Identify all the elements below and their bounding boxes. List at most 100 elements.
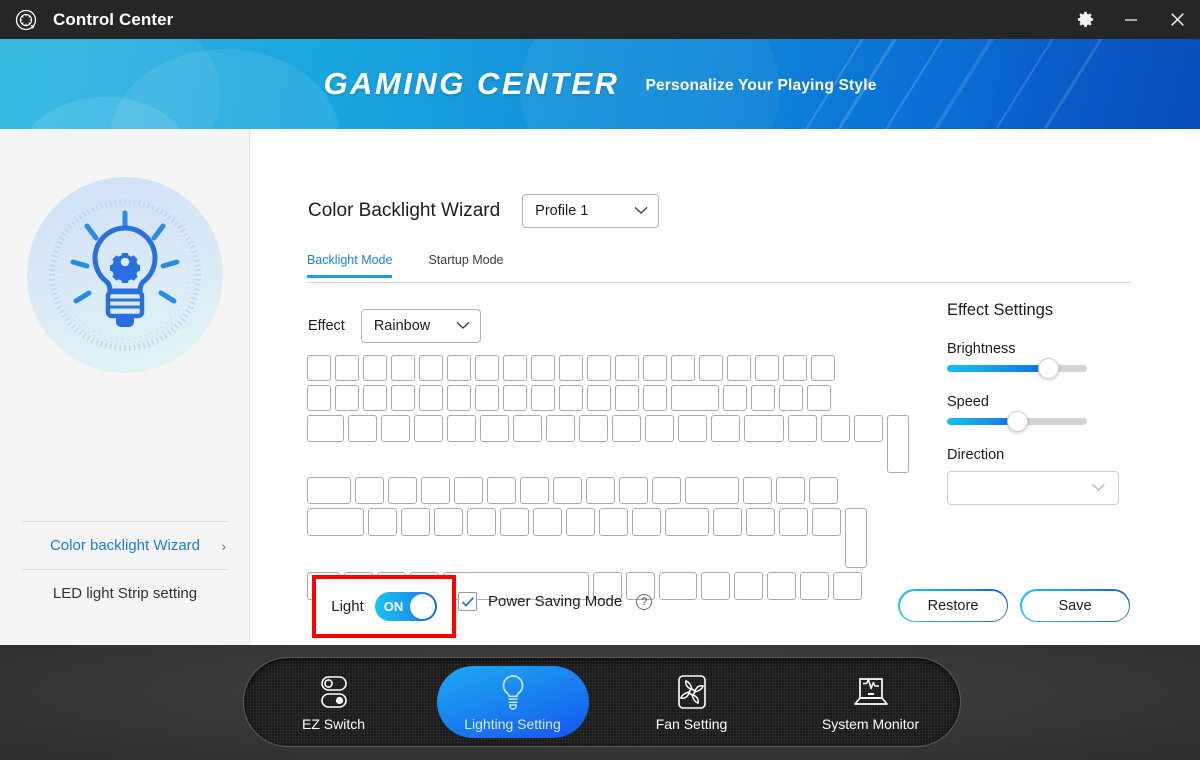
sidebar-item-led-light-strip-setting[interactable]: LED light Strip setting <box>22 570 228 617</box>
keyboard-key[interactable] <box>713 508 742 536</box>
keyboard-key[interactable] <box>599 508 628 536</box>
keyboard-key[interactable] <box>812 508 841 536</box>
keyboard-key[interactable] <box>307 508 364 536</box>
keyboard-key[interactable] <box>454 477 483 504</box>
keyboard-key[interactable] <box>751 385 775 411</box>
keyboard-key[interactable] <box>643 385 667 411</box>
tab-backlight-mode[interactable]: Backlight Mode <box>307 253 393 278</box>
close-button[interactable] <box>1154 0 1200 39</box>
keyboard-key[interactable] <box>335 355 359 381</box>
keyboard-key[interactable] <box>587 385 611 411</box>
keyboard-key[interactable] <box>701 572 730 600</box>
keyboard-key[interactable] <box>643 355 667 381</box>
keyboard-key[interactable] <box>307 385 331 411</box>
keyboard-key[interactable] <box>671 385 719 411</box>
keyboard-key[interactable] <box>520 477 549 504</box>
keyboard-key[interactable] <box>779 385 803 411</box>
keyboard-key[interactable] <box>767 572 796 600</box>
keyboard-key[interactable] <box>307 477 351 504</box>
keyboard-key[interactable] <box>419 385 443 411</box>
keyboard-key[interactable] <box>807 385 831 411</box>
keyboard-key[interactable] <box>475 385 499 411</box>
keyboard-key[interactable] <box>645 415 674 442</box>
keyboard-key[interactable] <box>434 508 463 536</box>
keyboard-key[interactable] <box>421 477 450 504</box>
keyboard-key[interactable] <box>845 508 867 568</box>
keyboard-key[interactable] <box>579 415 608 442</box>
keyboard-key[interactable] <box>612 415 641 442</box>
keyboard-key[interactable] <box>665 508 709 536</box>
keyboard-key[interactable] <box>559 355 583 381</box>
slider-thumb[interactable] <box>1007 411 1028 432</box>
keyboard-preview[interactable] <box>307 355 909 604</box>
keyboard-key[interactable] <box>348 415 377 442</box>
keyboard-key[interactable] <box>811 355 835 381</box>
keyboard-key[interactable] <box>467 508 496 536</box>
question-mark-icon[interactable]: ? <box>636 593 653 610</box>
keyboard-key[interactable] <box>546 415 575 442</box>
keyboard-key[interactable] <box>531 355 555 381</box>
keyboard-key[interactable] <box>553 477 582 504</box>
minimize-button[interactable] <box>1108 0 1154 39</box>
keyboard-key[interactable] <box>401 508 430 536</box>
keyboard-key[interactable] <box>779 508 808 536</box>
keyboard-key[interactable] <box>307 415 344 442</box>
save-button[interactable]: Save <box>1020 589 1130 622</box>
sidebar-item-color-backlight-wizard[interactable]: Color backlight Wizard › <box>22 522 228 569</box>
keyboard-key[interactable] <box>487 477 516 504</box>
light-toggle[interactable]: ON <box>374 592 437 621</box>
keyboard-key[interactable] <box>783 355 807 381</box>
keyboard-key[interactable] <box>652 477 681 504</box>
keyboard-key[interactable] <box>447 385 471 411</box>
keyboard-key[interactable] <box>776 477 805 504</box>
keyboard-key[interactable] <box>632 508 661 536</box>
power-saving-checkbox[interactable] <box>458 592 477 611</box>
keyboard-key[interactable] <box>368 508 397 536</box>
nav-item-lighting-setting[interactable]: Lighting Setting <box>436 666 589 738</box>
keyboard-key[interactable] <box>475 355 499 381</box>
keyboard-key[interactable] <box>307 355 331 381</box>
keyboard-key[interactable] <box>833 572 862 600</box>
keyboard-key[interactable] <box>734 572 763 600</box>
keyboard-key[interactable] <box>699 355 723 381</box>
keyboard-key[interactable] <box>566 508 595 536</box>
keyboard-key[interactable] <box>531 385 555 411</box>
keyboard-key[interactable] <box>388 477 417 504</box>
nav-item-fan-setting[interactable]: Fan Setting <box>616 666 768 738</box>
settings-button[interactable] <box>1062 0 1108 39</box>
keyboard-key[interactable] <box>391 385 415 411</box>
restore-button[interactable]: Restore <box>898 589 1008 622</box>
keyboard-key[interactable] <box>659 572 697 600</box>
keyboard-key[interactable] <box>615 355 639 381</box>
keyboard-key[interactable] <box>619 477 648 504</box>
slider-thumb[interactable] <box>1037 358 1059 379</box>
keyboard-key[interactable] <box>414 415 443 442</box>
keyboard-key[interactable] <box>503 385 527 411</box>
keyboard-key[interactable] <box>800 572 829 600</box>
keyboard-key[interactable] <box>587 355 611 381</box>
keyboard-key[interactable] <box>447 415 476 442</box>
profile-select[interactable]: Profile 1 <box>522 194 660 228</box>
keyboard-key[interactable] <box>533 508 562 536</box>
keyboard-key[interactable] <box>746 508 775 536</box>
keyboard-key[interactable] <box>500 508 529 536</box>
keyboard-key[interactable] <box>809 477 838 504</box>
keyboard-key[interactable] <box>821 415 850 442</box>
keyboard-key[interactable] <box>755 355 779 381</box>
keyboard-key[interactable] <box>381 415 410 442</box>
nav-item-system-monitor[interactable]: System Monitor <box>795 666 947 738</box>
keyboard-key[interactable] <box>744 415 784 442</box>
keyboard-key[interactable] <box>723 385 747 411</box>
keyboard-key[interactable] <box>685 477 739 504</box>
speed-slider[interactable] <box>947 411 1087 432</box>
effect-select[interactable]: Rainbow <box>360 309 481 343</box>
keyboard-key[interactable] <box>447 355 471 381</box>
keyboard-key[interactable] <box>727 355 751 381</box>
keyboard-key[interactable] <box>503 355 527 381</box>
keyboard-key[interactable] <box>355 477 384 504</box>
keyboard-key[interactable] <box>887 415 909 473</box>
keyboard-key[interactable] <box>854 415 883 442</box>
keyboard-key[interactable] <box>559 385 583 411</box>
keyboard-key[interactable] <box>678 415 707 442</box>
nav-item-ez-switch[interactable]: EZ Switch <box>258 666 410 738</box>
